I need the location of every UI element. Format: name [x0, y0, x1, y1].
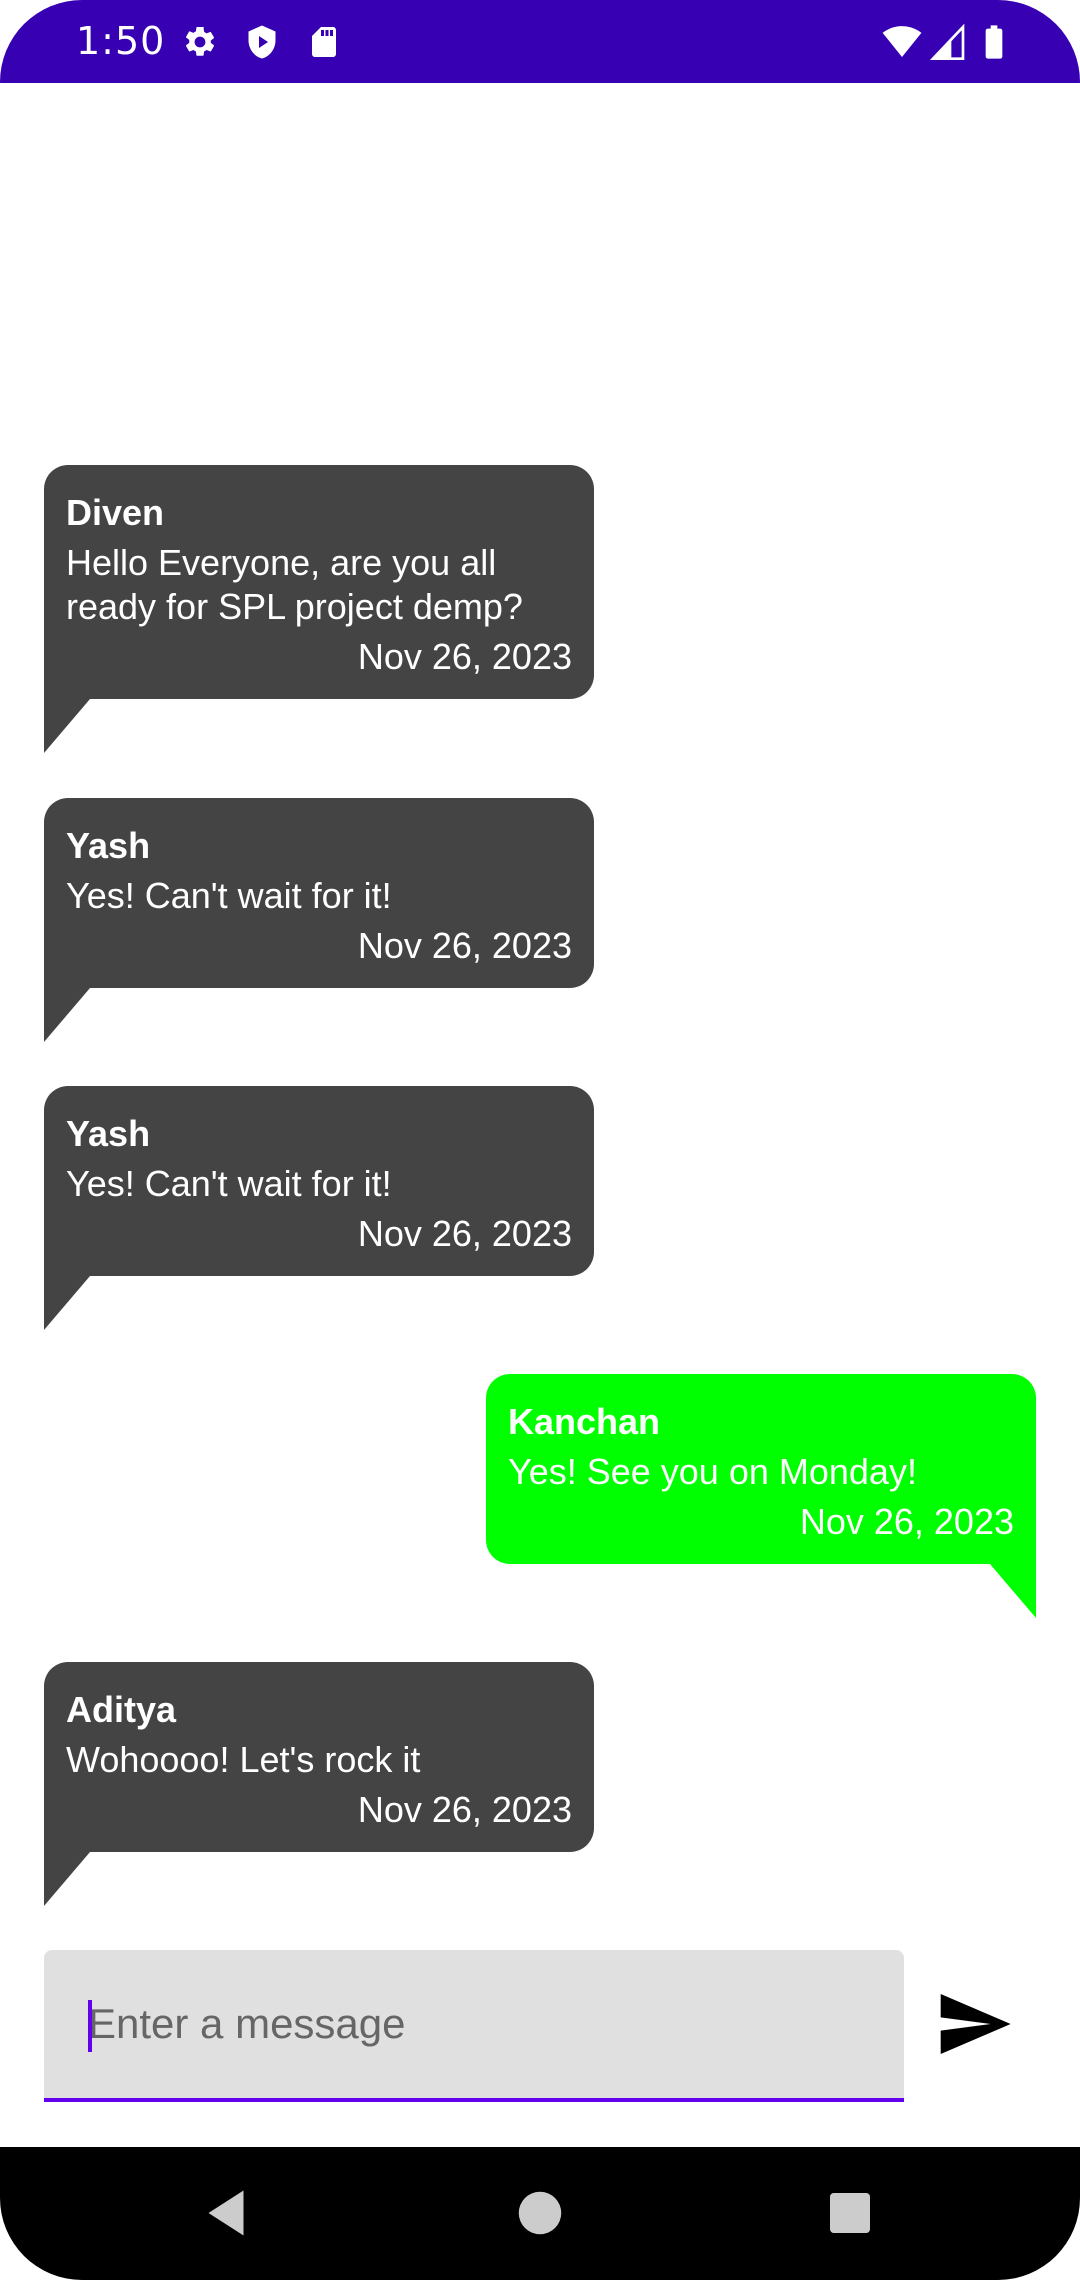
message-date: Nov 26, 2023	[357, 1213, 572, 1254]
home-icon	[518, 2191, 562, 2235]
message-item[interactable]: Diven Hello Everyone, are you all ready …	[44, 465, 594, 753]
home-button[interactable]	[510, 2183, 570, 2243]
message-list[interactable]: Diven Hello Everyone, are you all ready …	[0, 83, 1080, 1943]
battery-icon	[974, 22, 1014, 62]
status-bar: 1:50	[0, 0, 1080, 83]
bubble-tail	[990, 1564, 1036, 1618]
message-date: Nov 26, 2023	[357, 636, 572, 677]
text-cursor	[88, 2000, 92, 2052]
wifi-icon	[882, 22, 922, 62]
message-bubble: Kanchan Yes! See you on Monday! Nov 26, …	[486, 1374, 1036, 1618]
message-item[interactable]: Kanchan Yes! See you on Monday! Nov 26, …	[486, 1374, 1036, 1618]
sd-card-icon	[306, 24, 342, 60]
navigation-bar	[0, 2147, 1080, 2280]
send-button[interactable]	[934, 1984, 1014, 2064]
message-sender: Kanchan	[508, 1401, 661, 1442]
message-sender: Yash	[66, 825, 151, 866]
play-protect-icon	[244, 24, 280, 60]
bubble-tail	[44, 1852, 90, 1906]
message-sender: Aditya	[66, 1689, 177, 1730]
message-text: Hello Everyone, are you all ready for SP…	[66, 542, 523, 627]
message-input[interactable]	[88, 1950, 878, 2098]
message-text: Wohoooo! Let's rock it	[66, 1739, 421, 1780]
message-date: Nov 26, 2023	[357, 925, 572, 966]
message-date: Nov 26, 2023	[357, 1789, 572, 1830]
message-text: Yes! Can't wait for it!	[66, 875, 392, 916]
message-date: Nov 26, 2023	[799, 1501, 1014, 1542]
message-text: Yes! See you on Monday!	[508, 1451, 917, 1492]
bubble-tail	[44, 1276, 90, 1330]
send-icon	[940, 1994, 1011, 2054]
message-bubble: Diven Hello Everyone, are you all ready …	[44, 465, 594, 753]
message-bubble: Aditya Wohoooo! Let's rock it Nov 26, 20…	[44, 1662, 594, 1906]
back-button[interactable]	[196, 2183, 256, 2243]
bubble-tail	[44, 699, 90, 753]
recents-icon	[830, 2193, 870, 2233]
status-time: 1:50	[76, 19, 166, 63]
message-text: Yes! Can't wait for it!	[66, 1163, 392, 1204]
recents-button[interactable]	[820, 2183, 880, 2243]
message-bubble: Yash Yes! Can't wait for it! Nov 26, 202…	[44, 798, 594, 1042]
message-item[interactable]: Aditya Wohoooo! Let's rock it Nov 26, 20…	[44, 1662, 594, 1906]
bubble-tail	[44, 988, 90, 1042]
settings-gear-icon	[182, 24, 218, 60]
message-input-container[interactable]	[44, 1950, 904, 2102]
message-sender: Diven	[66, 492, 165, 533]
message-item[interactable]: Yash Yes! Can't wait for it! Nov 26, 202…	[44, 798, 594, 1042]
message-item[interactable]: Yash Yes! Can't wait for it! Nov 26, 202…	[44, 1086, 594, 1330]
message-bubble: Yash Yes! Can't wait for it! Nov 26, 202…	[44, 1086, 594, 1330]
message-sender: Yash	[66, 1113, 151, 1154]
back-icon	[208, 2190, 244, 2236]
cell-signal-icon	[928, 22, 968, 62]
